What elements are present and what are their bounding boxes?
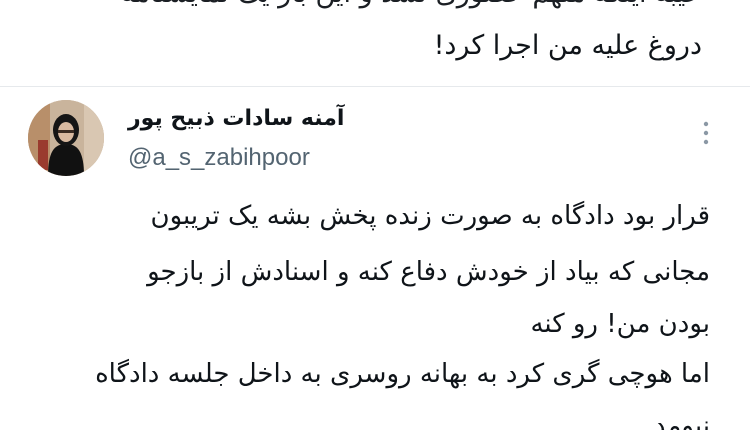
tweet-screenshot: عیبه اینکه متهم حضوری نشد و این بار یک ن… [0, 0, 750, 430]
tweet-body-line-3: بودن من! رو کنه [530, 309, 710, 339]
tweet-body-line-2: مجانی که بیاد از خودش دفاع کنه و اسنادش … [147, 257, 710, 287]
more-vertical-icon[interactable] [697, 118, 715, 148]
display-name[interactable]: آمنه سادات ذبیح پور [128, 106, 344, 131]
tweet-body-line-4: اما هوچی گری کرد به بهانه روسری به داخل … [95, 359, 710, 389]
tweet-divider [0, 86, 750, 87]
user-handle[interactable]: @a_s_zabihpoor [128, 144, 310, 172]
avatar-image [28, 100, 104, 176]
tweet-body-line-1: قرار بود دادگاه به صورت زنده پخش بشه یک … [150, 201, 711, 231]
top-tweet-text-line-1: عیبه اینکه متهم حضوری نشد و این بار یک ن… [42, 0, 702, 18]
tweet-body-line-5: نیومد [653, 411, 710, 430]
top-tweet-text-line-2: دروغ علیه من اجرا کرد! [433, 30, 702, 61]
avatar[interactable] [28, 100, 104, 176]
